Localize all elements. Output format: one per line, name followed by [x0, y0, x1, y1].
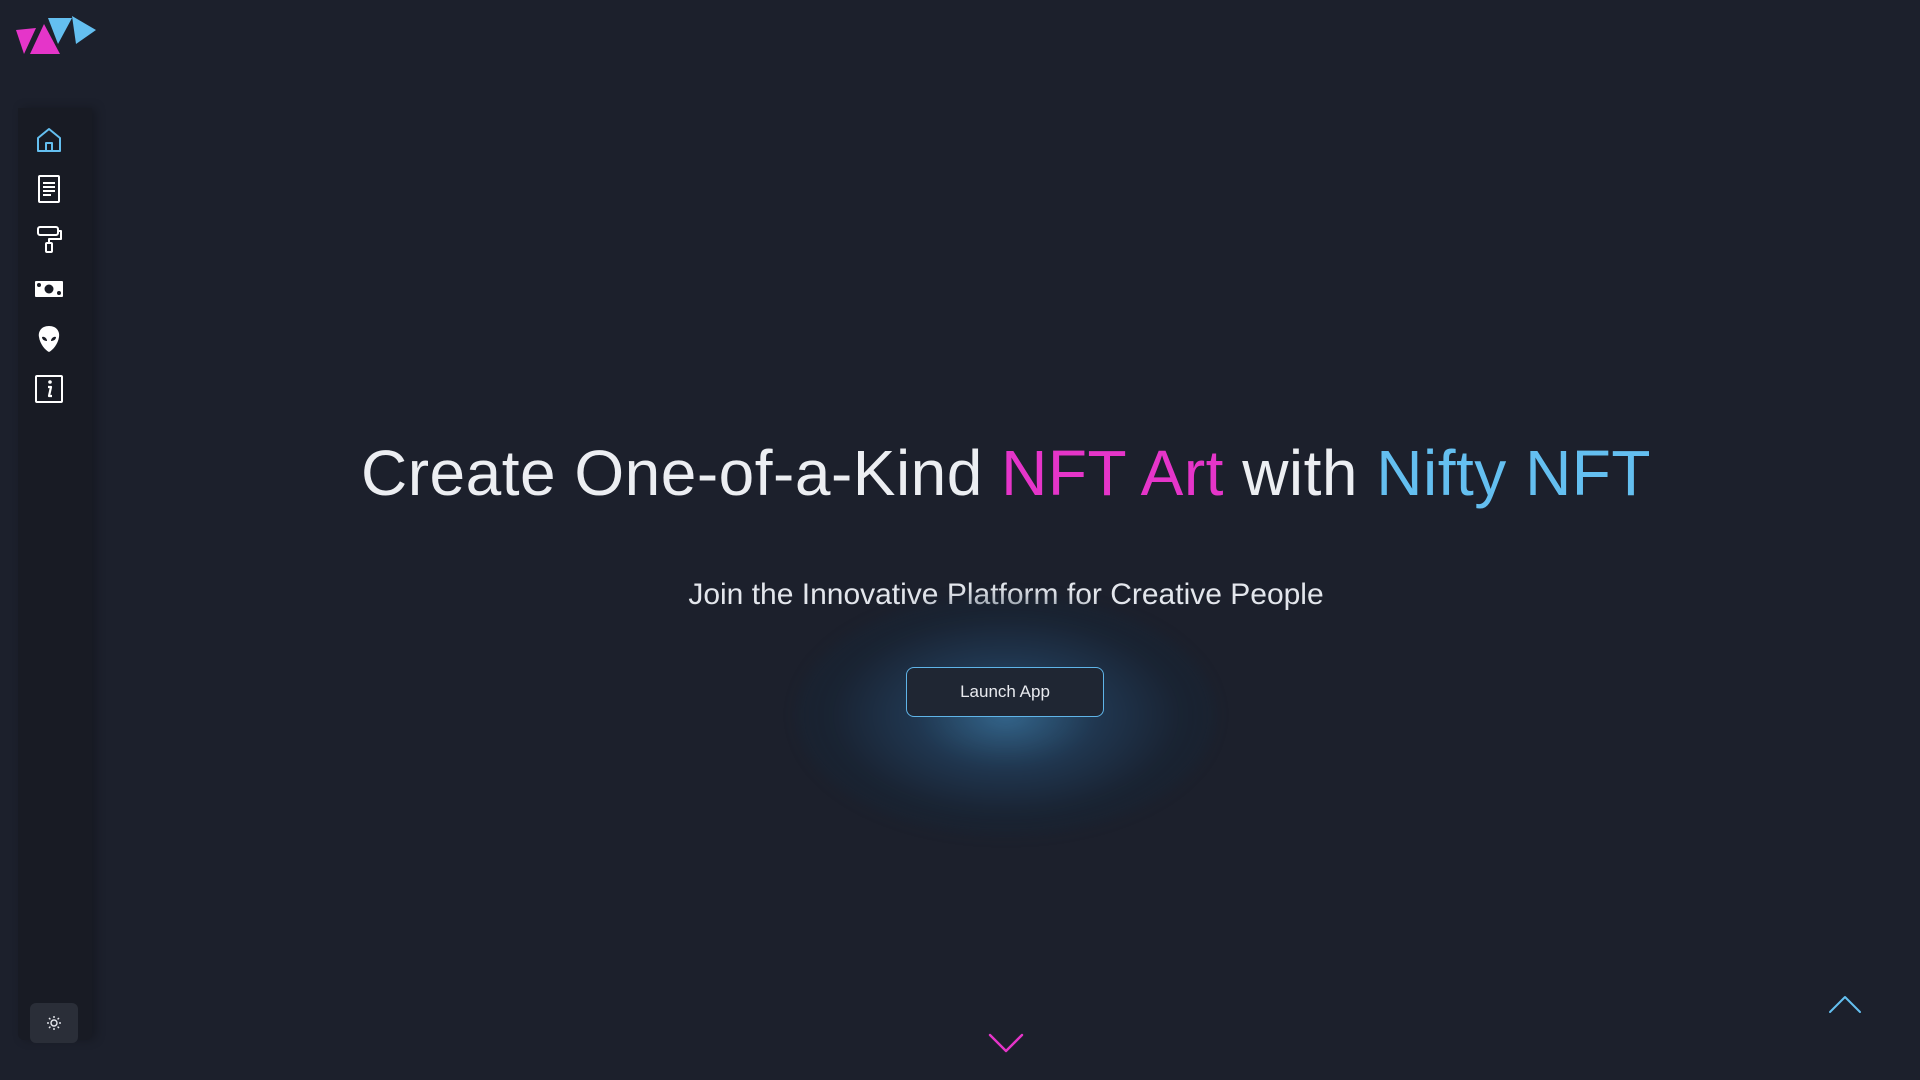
sun-icon — [47, 1016, 61, 1030]
sidebar-item-create[interactable] — [32, 222, 66, 256]
launch-app-button[interactable]: Launch App — [906, 667, 1104, 717]
sidebar — [18, 108, 92, 1043]
paint-roller-icon — [37, 226, 62, 253]
hero-title-highlight-nft-art: NFT Art — [1001, 437, 1224, 509]
theme-toggle-button[interactable] — [30, 1003, 78, 1043]
money-icon — [35, 281, 63, 297]
info-icon — [35, 375, 63, 403]
document-icon — [38, 175, 60, 203]
triangles-logo-icon[interactable] — [14, 14, 98, 58]
home-icon — [37, 128, 61, 152]
hero-title: Create One-of-a-Kind NFT Art with Nifty … — [0, 436, 1920, 510]
sidebar-item-about[interactable] — [32, 372, 66, 406]
page: Create One-of-a-Kind NFT Art with Nifty … — [0, 0, 1920, 1080]
hero-title-part1: Create One-of-a-Kind — [361, 437, 1002, 509]
sidebar-item-market[interactable] — [32, 272, 66, 306]
sidebar-item-profile[interactable] — [32, 322, 66, 356]
sidebar-item-docs[interactable] — [32, 172, 66, 206]
hero-title-part2: with — [1223, 437, 1377, 509]
hero-title-highlight-nifty-nft: Nifty NFT — [1376, 437, 1651, 509]
sidebar-item-home[interactable] — [32, 123, 66, 157]
chevron-down-icon[interactable] — [988, 1032, 1024, 1054]
chevron-up-icon[interactable] — [1828, 994, 1862, 1014]
alien-icon — [38, 326, 60, 352]
